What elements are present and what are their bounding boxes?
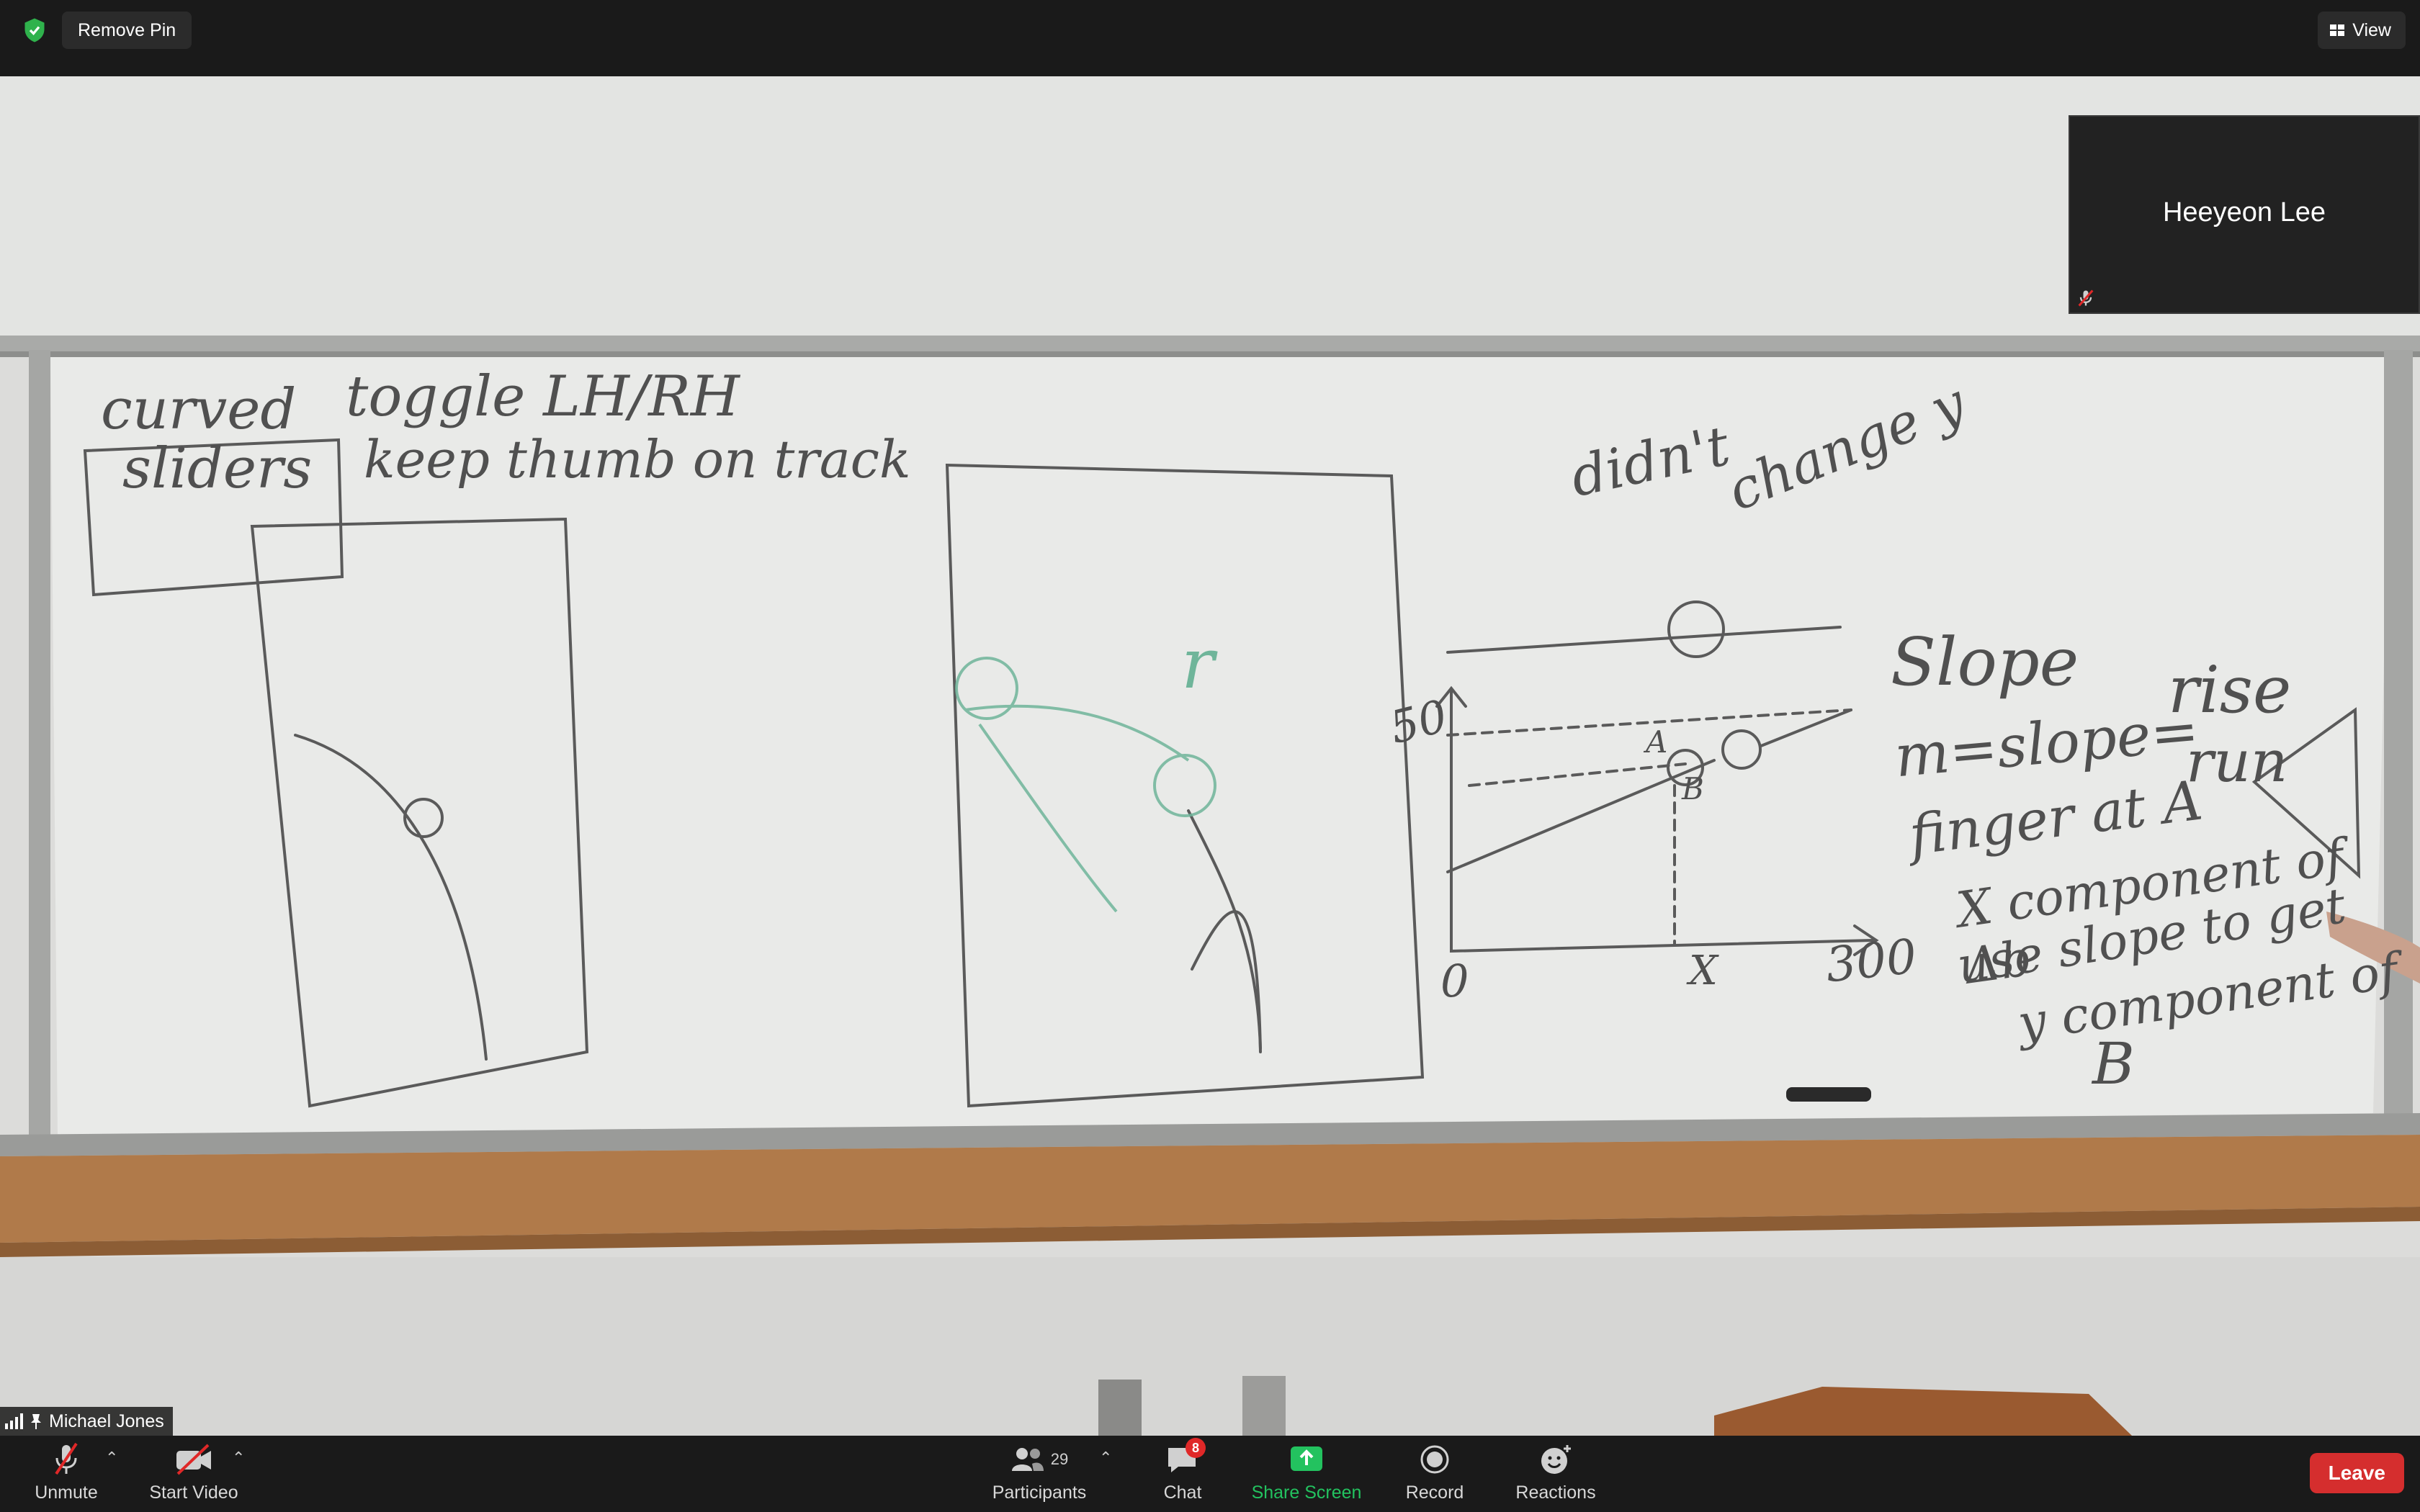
- graph-x-label: X: [1689, 948, 1718, 994]
- participants-icon: [1011, 1448, 1044, 1471]
- chat-icon-wrap: 8: [1162, 1438, 1206, 1477]
- view-button-label: View: [2352, 20, 2391, 40]
- graph-point-b: B: [1682, 771, 1704, 806]
- participants-label: Participants: [992, 1482, 1087, 1503]
- mic-muted-icon: [55, 1442, 78, 1475]
- graph-x-max: 300: [1823, 928, 1919, 994]
- record-icon: [1420, 1445, 1449, 1474]
- chat-label: Chat: [1163, 1482, 1202, 1503]
- unmute-label: Unmute: [35, 1482, 98, 1503]
- start-video-label: Start Video: [149, 1482, 238, 1503]
- graph-y-tick: 50: [1384, 689, 1453, 755]
- graph-origin: 0: [1440, 955, 1469, 1007]
- chat-button[interactable]: 8 Chat: [1152, 1436, 1213, 1512]
- participants-icon-group: 29: [1003, 1442, 1075, 1477]
- main-video-stage: curved sliders toggle LH/RH keep thumb o…: [0, 76, 2420, 1436]
- participant-name: Heeyeon Lee: [2162, 197, 2326, 228]
- participant-tile[interactable]: Heeyeon Lee: [2069, 115, 2420, 314]
- pin-icon: [31, 1414, 41, 1429]
- slope-run: run: [2186, 728, 2288, 795]
- box-label-1: curved: [101, 377, 297, 442]
- audio-options-caret-icon[interactable]: ⌃: [105, 1449, 118, 1467]
- meeting-controls-bar: Unmute ⌃ Start Video ⌃ 29 Participants ⌃…: [0, 1436, 2420, 1512]
- reactions-icon: [1541, 1445, 1571, 1474]
- letter-r: r: [1181, 624, 1214, 704]
- view-button[interactable]: View: [2318, 12, 2406, 49]
- start-video-button[interactable]: Start Video: [141, 1436, 246, 1512]
- whiteboard-handwriting: curved sliders toggle LH/RH keep thumb o…: [0, 76, 2420, 1436]
- top-bar: Remove Pin View: [0, 0, 2420, 76]
- record-label: Record: [1405, 1482, 1464, 1503]
- video-off-icon: [176, 1444, 211, 1475]
- box-label-2: sliders: [122, 436, 313, 501]
- share-screen-label: Share Screen: [1251, 1482, 1362, 1503]
- chat-unread-badge: 8: [1186, 1438, 1206, 1458]
- slope-line-b: B: [2092, 1030, 2135, 1097]
- share-screen-icon: [1291, 1446, 1322, 1471]
- reactions-button[interactable]: Reactions: [1512, 1436, 1599, 1512]
- slope-title: Slope: [1891, 624, 2079, 701]
- unmute-button[interactable]: Unmute: [29, 1436, 104, 1512]
- active-speaker-name: Michael Jones: [49, 1410, 164, 1431]
- share-screen-button[interactable]: Share Screen: [1247, 1436, 1366, 1512]
- record-button[interactable]: Record: [1397, 1436, 1472, 1512]
- slope-rise: rise: [2168, 652, 2292, 728]
- active-speaker-tag: Michael Jones: [0, 1407, 173, 1436]
- participants-options-caret-icon[interactable]: ⌃: [1099, 1449, 1112, 1467]
- leave-button[interactable]: Leave: [2309, 1453, 2404, 1493]
- participants-count: 29: [1050, 1450, 1069, 1468]
- muted-mic-icon: [2078, 289, 2094, 307]
- grid-view-icon: [2330, 24, 2345, 36]
- signal-strength-icon: [5, 1413, 23, 1429]
- note-toggle: toggle LH/RH: [346, 364, 740, 429]
- graph-note-change-y: change y: [1718, 370, 1974, 523]
- graph-note-didnt: didn't: [1565, 413, 1735, 510]
- remove-pin-button[interactable]: Remove Pin: [62, 12, 192, 49]
- reactions-label: Reactions: [1515, 1482, 1596, 1503]
- graph-point-a: A: [1646, 724, 1668, 760]
- note-keep-thumb: keep thumb on track: [364, 429, 911, 490]
- encryption-shield-icon[interactable]: [22, 17, 48, 43]
- participants-button[interactable]: 29 Participants: [988, 1436, 1090, 1512]
- video-options-caret-icon[interactable]: ⌃: [232, 1449, 245, 1467]
